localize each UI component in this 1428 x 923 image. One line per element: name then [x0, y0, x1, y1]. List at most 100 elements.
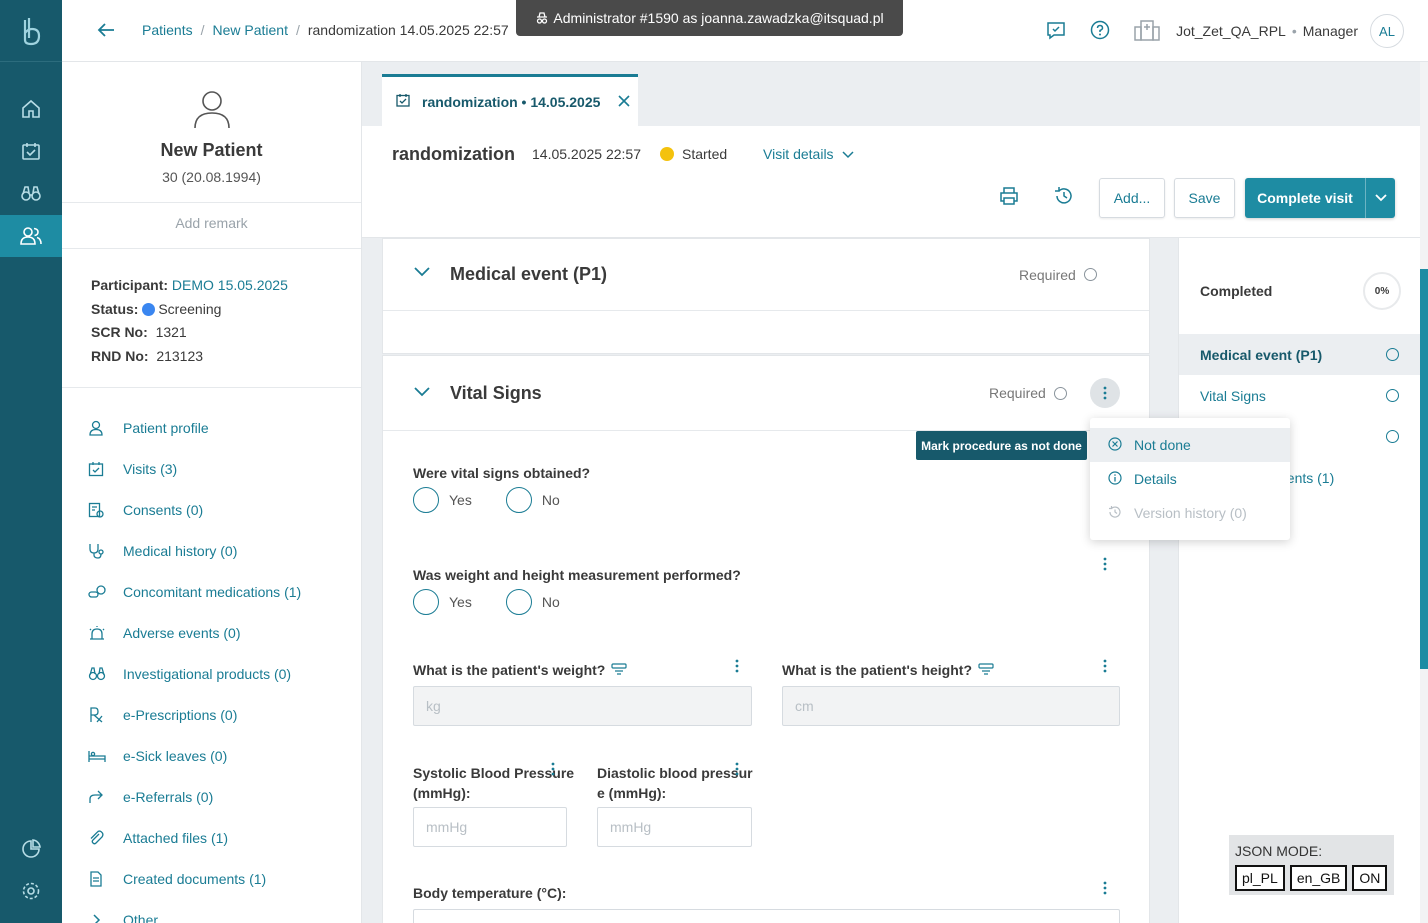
- close-icon[interactable]: [618, 94, 630, 110]
- nav-e-prescriptions[interactable]: e-Prescriptions (0): [88, 694, 301, 735]
- add-button[interactable]: Add...: [1099, 178, 1165, 218]
- locale-en-button[interactable]: en_GB: [1289, 865, 1348, 891]
- nav-consents[interactable]: Consents (0): [88, 489, 301, 530]
- patient-panel: New Patient 30 (20.08.1994) Add remark P…: [62, 62, 362, 923]
- question-weight-height: Was weight and height measurement perfor…: [413, 567, 741, 583]
- bed-icon: [88, 748, 123, 764]
- participant-link[interactable]: DEMO 15.05.2025: [172, 277, 288, 293]
- chevron-down-icon[interactable]: [413, 265, 431, 281]
- temperature-input[interactable]: [413, 909, 1120, 923]
- question-kebab-menu-icon[interactable]: [1090, 873, 1120, 903]
- menu-item-not-done[interactable]: Not done: [1090, 428, 1290, 462]
- nav-investigational-products[interactable]: Investigational products (0): [88, 653, 301, 694]
- hospital-icon: [1134, 19, 1160, 44]
- patient-nav: Patient profile Visits (3) Consents (0) …: [88, 407, 301, 923]
- temperature-label: Body temperature (°C):: [413, 885, 567, 901]
- avatar[interactable]: AL: [1370, 14, 1404, 48]
- calendar-icon[interactable]: [0, 130, 62, 172]
- height-input[interactable]: cm: [782, 686, 1120, 726]
- document-icon: [88, 870, 123, 887]
- weight-input[interactable]: kg: [413, 686, 752, 726]
- radio-yes[interactable]: Yes: [413, 589, 472, 615]
- visit-datetime: 14.05.2025 22:57: [532, 146, 641, 162]
- cancel-circle-icon: [1108, 436, 1122, 454]
- app-logo[interactable]: [0, 0, 62, 62]
- weight-label: What is the patient's weight?: [413, 662, 627, 678]
- history-icon[interactable]: [1054, 186, 1074, 209]
- history-icon: [1108, 505, 1122, 522]
- scrollbar[interactable]: [1420, 62, 1428, 923]
- feedback-icon[interactable]: [1046, 20, 1066, 43]
- print-icon[interactable]: [999, 186, 1019, 209]
- alarm-icon: [88, 625, 123, 641]
- organization-role[interactable]: Jot_Zet_QA_RPL • Manager: [1176, 23, 1358, 39]
- patient-avatar-icon: [193, 90, 231, 133]
- nav-visits[interactable]: Visits (3): [88, 448, 301, 489]
- section-header[interactable]: Vital Signs Required: [383, 356, 1149, 431]
- status-dot: [142, 302, 156, 316]
- nav-e-sick-leaves[interactable]: e-Sick leaves (0): [88, 735, 301, 776]
- section-header[interactable]: Medical event (P1) Required: [383, 239, 1149, 311]
- status-value: Screening: [158, 300, 222, 317]
- radio-no[interactable]: No: [505, 589, 560, 615]
- back-arrow-icon[interactable]: [96, 20, 116, 43]
- patient-age-dob: 30 (20.08.1994): [162, 169, 261, 185]
- pills-icon: [88, 584, 123, 600]
- radio-no[interactable]: No: [505, 487, 560, 513]
- systolic-input[interactable]: mmHg: [413, 807, 567, 847]
- menu-item-version-history: Version history (0): [1090, 496, 1290, 530]
- visit-header: randomization 14.05.2025 22:57 Started V…: [362, 126, 1420, 238]
- visit-title: randomization: [392, 144, 516, 164]
- scr-number: 1321: [155, 324, 187, 340]
- nav-concomitant-medications[interactable]: Concomitant medications (1): [88, 571, 301, 612]
- json-on-button[interactable]: ON: [1352, 865, 1388, 891]
- user-icon: [88, 420, 123, 436]
- progress-item-vital-signs[interactable]: Vital Signs: [1179, 375, 1421, 416]
- section-medical-event: Medical event (P1) Required: [382, 238, 1150, 354]
- nav-medical-history[interactable]: Medical history (0): [88, 530, 301, 571]
- section-kebab-menu-icon[interactable]: [1090, 378, 1120, 408]
- diastolic-input[interactable]: mmHg: [597, 807, 752, 847]
- scrollbar-thumb[interactable]: [1420, 269, 1428, 669]
- save-button[interactable]: Save: [1174, 178, 1235, 218]
- info-icon: [1108, 470, 1122, 488]
- question-kebab-menu-icon[interactable]: [722, 754, 752, 784]
- locale-pl-button[interactable]: pl_PL: [1235, 865, 1285, 891]
- nav-other[interactable]: Other: [88, 899, 301, 923]
- question-kebab-menu-icon[interactable]: [1090, 651, 1120, 681]
- tab-randomization[interactable]: randomization • 14.05.2025: [382, 74, 638, 126]
- nav-patient-profile[interactable]: Patient profile: [88, 407, 301, 448]
- visit-details-toggle[interactable]: Visit details: [763, 146, 854, 162]
- help-icon[interactable]: [1090, 20, 1110, 43]
- patients-icon[interactable]: [0, 215, 62, 257]
- patient-name: New Patient: [160, 140, 263, 160]
- breadcrumb-patients[interactable]: Patients: [142, 22, 193, 38]
- add-remark-link[interactable]: Add remark: [62, 215, 361, 231]
- home-icon[interactable]: [0, 88, 62, 130]
- binoculars-icon: [88, 666, 123, 682]
- binoculars-icon[interactable]: [0, 172, 62, 214]
- nav-adverse-events[interactable]: Adverse events (0): [88, 612, 301, 653]
- calendar-icon: [396, 93, 410, 110]
- menu-item-details[interactable]: Details: [1090, 462, 1290, 496]
- nav-created-documents[interactable]: Created documents (1): [88, 858, 301, 899]
- question-kebab-menu-icon[interactable]: [1090, 549, 1120, 579]
- radio-yes[interactable]: Yes: [413, 487, 472, 513]
- nav-e-referrals[interactable]: e-Referrals (0): [88, 776, 301, 817]
- nav-attached-files[interactable]: Attached files (1): [88, 817, 301, 858]
- rx-icon: [88, 706, 123, 723]
- required-indicator: Required: [1019, 267, 1097, 283]
- question-kebab-menu-icon[interactable]: [538, 754, 568, 784]
- paperclip-icon: [88, 829, 123, 846]
- question-kebab-menu-icon[interactable]: [722, 651, 752, 681]
- complete-visit-button[interactable]: Complete visit: [1245, 178, 1395, 218]
- height-label: What is the patient's height?: [782, 662, 994, 678]
- breadcrumb-new-patient[interactable]: New Patient: [212, 22, 287, 38]
- analytics-icon[interactable]: [0, 828, 62, 870]
- visit-status: Started: [660, 146, 727, 162]
- progress-item-medical-event[interactable]: Medical event (P1): [1179, 334, 1421, 375]
- radio-group-weight-height: Yes No: [413, 589, 560, 615]
- chevron-down-icon[interactable]: [1365, 178, 1395, 218]
- settings-icon[interactable]: [0, 870, 62, 912]
- chevron-down-icon[interactable]: [413, 385, 431, 401]
